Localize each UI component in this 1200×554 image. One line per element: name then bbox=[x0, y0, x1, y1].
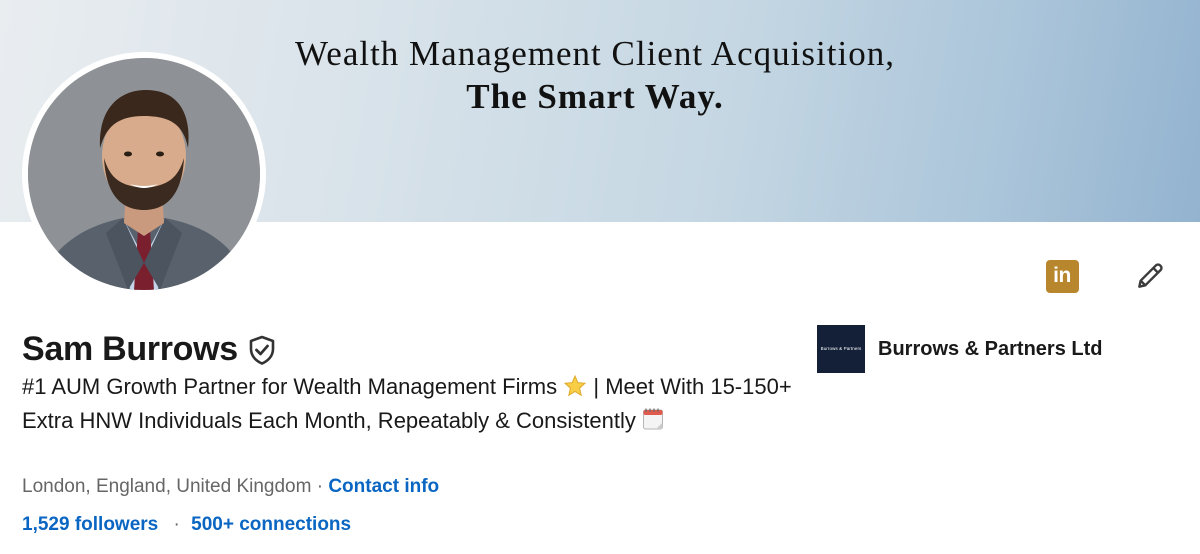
company-name: Burrows & Partners Ltd bbox=[878, 337, 1103, 360]
star-emoji-icon bbox=[563, 374, 587, 406]
profile-headline: #1 AUM Growth Partner for Wealth Managem… bbox=[22, 372, 812, 439]
stats-separator: · bbox=[173, 514, 180, 535]
verified-shield-icon[interactable] bbox=[248, 335, 278, 365]
location-separator: · bbox=[316, 476, 324, 497]
followers-link[interactable]: 1,529 followers bbox=[22, 514, 158, 535]
linkedin-badge-button[interactable]: in bbox=[1042, 256, 1082, 296]
edit-profile-button[interactable] bbox=[1130, 256, 1170, 296]
company-logo: Burrows & Partners bbox=[817, 325, 865, 373]
linkedin-icon: in bbox=[1045, 259, 1079, 293]
profile-photo-image bbox=[28, 58, 260, 290]
location-row: London, England, United Kingdom · Contac… bbox=[22, 476, 439, 498]
network-stats-row: 1,529 followers · 500+ connections bbox=[22, 514, 351, 536]
profile-photo[interactable] bbox=[28, 58, 260, 290]
contact-info-link[interactable]: Contact info bbox=[328, 476, 439, 497]
profile-name: Sam Burrows bbox=[22, 330, 238, 368]
profile-photo-frame[interactable] bbox=[22, 52, 266, 296]
connections-link[interactable]: 500+ connections bbox=[191, 514, 351, 535]
profile-name-row: Sam Burrows bbox=[22, 330, 278, 369]
calendar-emoji-icon bbox=[642, 407, 664, 440]
current-company-link[interactable]: Burrows & Partners Burrows & Partners Lt… bbox=[817, 325, 1102, 373]
company-logo-text: Burrows & Partners bbox=[820, 345, 862, 351]
pencil-icon bbox=[1138, 263, 1163, 288]
headline-text-1: #1 AUM Growth Partner for Wealth Managem… bbox=[22, 374, 558, 399]
location-text: London, England, United Kingdom bbox=[22, 476, 312, 497]
